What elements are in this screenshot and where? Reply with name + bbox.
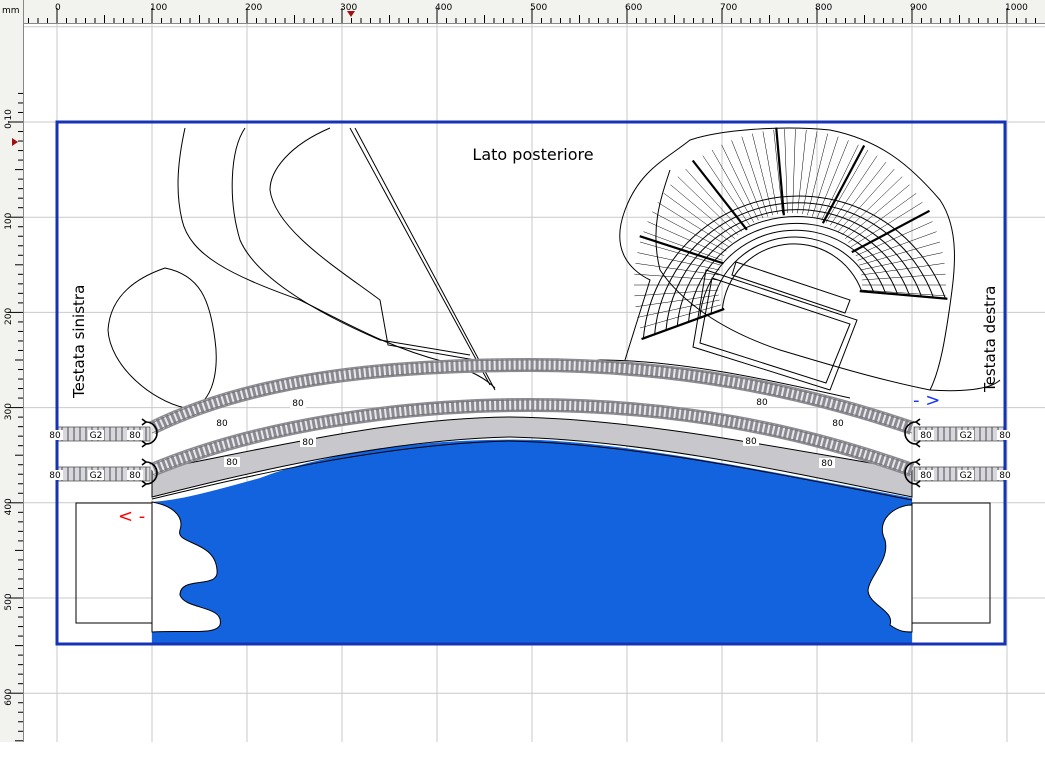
track-label: G2 — [960, 431, 973, 441]
direction-right-marker: - > — [913, 390, 940, 411]
track-label: G2 — [960, 471, 973, 481]
direction-left-marker: < - — [118, 506, 145, 527]
track-label: 80 — [292, 399, 304, 409]
track-label: 80 — [302, 438, 314, 448]
layout-editor: 0 100 200 300 400 500 600 700 800 900 1000 -10 0 100… — [0, 0, 1045, 759]
track-label: G2 — [90, 471, 103, 481]
track-label: 80 — [832, 419, 844, 429]
track-label: 80 — [756, 398, 768, 408]
track-label: 80 — [920, 431, 932, 441]
track-label: 80 — [999, 471, 1011, 481]
track-label: 80 — [745, 437, 757, 447]
amphitheatre-stands — [634, 127, 948, 341]
right-head-label: Testata destra — [981, 286, 999, 393]
track-label: 80 — [999, 431, 1011, 441]
track-label: 80 — [49, 471, 61, 481]
track-label: G2 — [90, 431, 103, 441]
rear-side-label: Lato posteriore — [472, 145, 593, 164]
track-label: 80 — [129, 431, 141, 441]
track-label: 80 — [821, 459, 833, 469]
right-fiddle-box — [911, 502, 991, 624]
left-head-label: Testata sinistra — [70, 285, 88, 399]
track-plan-canvas[interactable]: Lato posteriore Testata sinistra Testata… — [0, 0, 1045, 742]
track-label: 80 — [216, 419, 228, 429]
track-label: 80 — [920, 471, 932, 481]
track-label: 80 — [49, 431, 61, 441]
track-label: 80 — [129, 471, 141, 481]
track-label: 80 — [226, 458, 238, 468]
